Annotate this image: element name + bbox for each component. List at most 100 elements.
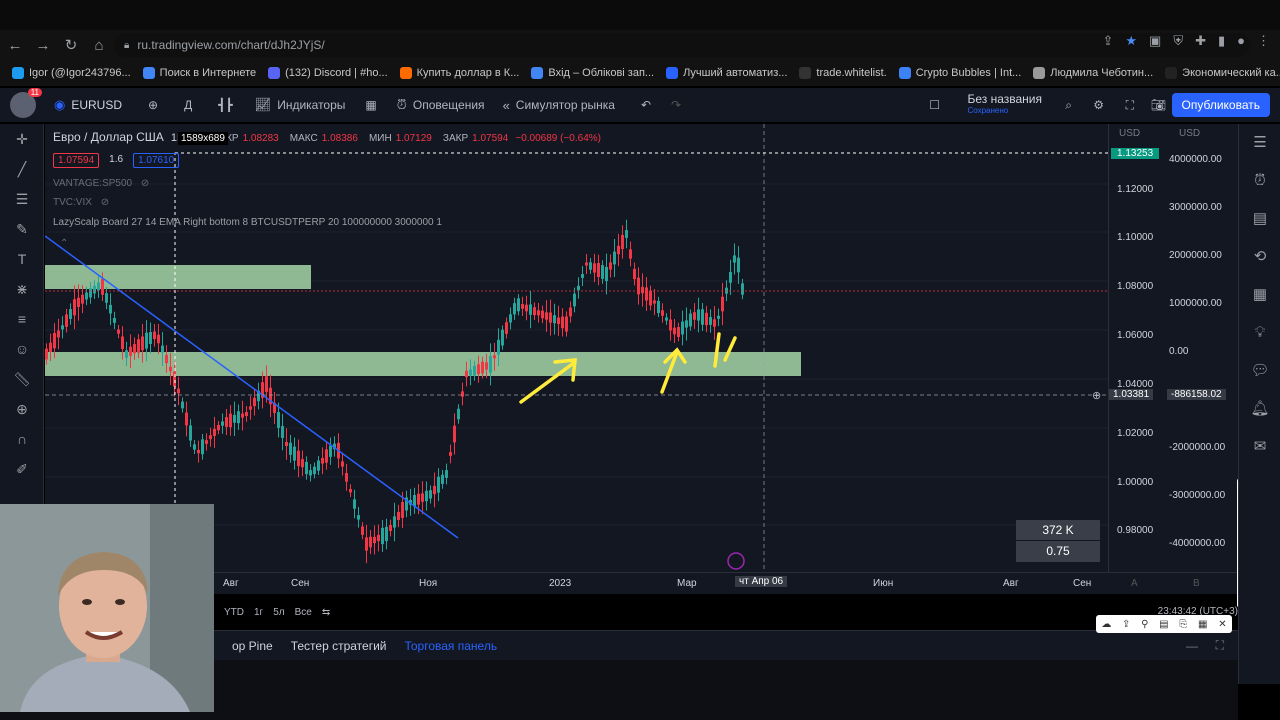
- bookmark-item[interactable]: Экономический ка...: [1165, 67, 1280, 79]
- bookmark-item[interactable]: Вхід – Облікові зап...: [531, 67, 654, 79]
- pin-icon[interactable]: ⚲: [1141, 619, 1148, 630]
- share-drawing-icon[interactable]: ⇪: [1122, 619, 1130, 630]
- range-ytd[interactable]: YTD: [224, 607, 244, 618]
- symbol-search-button[interactable]: ◉ EURUSD: [54, 97, 122, 113]
- range-1y[interactable]: 1г: [254, 607, 263, 618]
- axis-auto-b[interactable]: B: [1193, 578, 1200, 589]
- trendline-icon[interactable]: ╱: [0, 154, 44, 184]
- messages-icon[interactable]: ✉︎: [1239, 428, 1280, 466]
- currency-left[interactable]: USD: [1119, 128, 1140, 139]
- watchlist-icon[interactable]: ☰: [1239, 124, 1280, 162]
- lock-icon[interactable]: ▦: [1198, 619, 1207, 630]
- undo-button[interactable]: ↶: [641, 98, 651, 112]
- search-button[interactable]: ⌕: [1065, 98, 1072, 113]
- eye-off-icon[interactable]: ⊘: [101, 197, 109, 208]
- zoom-icon[interactable]: ⊕: [0, 394, 44, 424]
- url-text: ru.tradingview.com/chart/dJh2JYjS/: [137, 38, 325, 52]
- eye-off-icon[interactable]: ⊘: [141, 178, 149, 189]
- axis-auto-a[interactable]: A: [1131, 578, 1138, 589]
- layout-toggle[interactable]: ☐: [929, 98, 940, 112]
- snapshot-button[interactable]: 📷︎: [1151, 98, 1166, 112]
- compare-button[interactable]: ⊕: [148, 98, 158, 112]
- indicators-button[interactable]: 📈︎ Индикаторы: [255, 97, 346, 113]
- fill-icon[interactable]: ▤: [1159, 619, 1168, 630]
- star-icon[interactable]: ★: [1125, 33, 1137, 49]
- replay-marker[interactable]: [727, 552, 745, 570]
- calendar-icon[interactable]: ▤: [1239, 200, 1280, 238]
- avatar[interactable]: 11: [10, 88, 42, 118]
- collapse-legend-icon[interactable]: ⌃: [60, 238, 68, 249]
- currency-right[interactable]: USD: [1179, 128, 1200, 139]
- profile-icon[interactable]: ●: [1237, 33, 1245, 49]
- magnet-icon[interactable]: ∩: [0, 424, 44, 454]
- indicator-vix[interactable]: TVC:VIX ⊘: [53, 197, 109, 208]
- interval-button[interactable]: Д: [184, 98, 192, 112]
- home-icon[interactable]: ⌂: [86, 32, 112, 58]
- symbol-name[interactable]: Евро / Доллар США: [53, 130, 164, 144]
- bookmark-item[interactable]: Купить доллар в К...: [399, 67, 519, 79]
- indicator-sp500[interactable]: VANTAGE:SP500 ⊘: [53, 178, 149, 189]
- indicator-lazyscalp[interactable]: LazyScalp Board 27 14 EMA Right bottom 8…: [53, 217, 442, 228]
- bookmark-item[interactable]: (132) Discord | #ho...: [268, 67, 388, 79]
- emoji-icon[interactable]: ☺: [0, 334, 44, 364]
- bookmark-item[interactable]: Crypto Bubbles | Int...: [898, 67, 1021, 79]
- copy-icon[interactable]: ⎘: [1179, 619, 1187, 630]
- forward-icon[interactable]: →: [30, 32, 56, 58]
- bookmark-item[interactable]: Людмила Чеботин...: [1033, 67, 1153, 79]
- hotlist-icon[interactable]: ⟲: [1239, 238, 1280, 276]
- shield-icon[interactable]: ⛨: [1173, 33, 1183, 49]
- tab-strategy-tester[interactable]: Тестер стратегий: [291, 639, 387, 653]
- alerts-panel-icon[interactable]: ⏰︎: [1239, 162, 1280, 200]
- range-5y[interactable]: 5л: [273, 607, 284, 618]
- ruler-icon[interactable]: 📏︎: [0, 364, 44, 394]
- goto-date-icon[interactable]: ⇆: [322, 607, 330, 618]
- tab-pine-editor[interactable]: op Pine: [232, 639, 273, 653]
- sidepanel-icon[interactable]: ▮: [1218, 33, 1225, 49]
- tab-trading-panel[interactable]: Торговая панель: [404, 639, 497, 653]
- reload-icon[interactable]: ↻: [58, 32, 84, 58]
- extension-icon[interactable]: ▣: [1149, 33, 1161, 49]
- bookmark-item[interactable]: Igor (@Igor243796...: [12, 67, 131, 79]
- fib-icon[interactable]: ☰: [0, 184, 44, 214]
- pattern-icon[interactable]: ⋇: [0, 274, 44, 304]
- share-icon[interactable]: ⇪: [1102, 33, 1113, 49]
- bookmark-item[interactable]: Поиск в Интернете: [142, 67, 256, 79]
- bulb-icon[interactable]: 💡︎: [1239, 314, 1280, 352]
- ideas-icon[interactable]: ▦: [1239, 276, 1280, 314]
- lock-drawings-icon[interactable]: ✐: [0, 454, 44, 484]
- chat-icon[interactable]: 💬︎: [1239, 352, 1280, 390]
- support-zone-lower[interactable]: [45, 352, 801, 376]
- ask-button[interactable]: 1.07610: [133, 153, 180, 168]
- support-zone-upper[interactable]: [45, 265, 311, 289]
- range-all[interactable]: Все: [295, 607, 312, 618]
- maximize-icon[interactable]: ⛶: [1216, 638, 1224, 653]
- back-icon[interactable]: ←: [2, 32, 28, 58]
- templates-button[interactable]: ▦: [365, 98, 376, 112]
- close-icon[interactable]: ✕: [1218, 619, 1226, 630]
- bookmark-item[interactable]: Лучший автоматиз...: [666, 67, 787, 79]
- chart-type-button[interactable]: ┫┣: [218, 98, 232, 112]
- menu-icon[interactable]: ⋮: [1257, 33, 1270, 49]
- notifications-icon[interactable]: 🔔︎: [1239, 390, 1280, 428]
- settings-button[interactable]: ⚙: [1093, 98, 1104, 112]
- text-icon[interactable]: T: [0, 244, 44, 274]
- replay-button[interactable]: « Симулятор рынка: [503, 98, 615, 113]
- puzzle-icon[interactable]: ✚: [1195, 33, 1206, 49]
- minimize-icon[interactable]: —: [1186, 639, 1198, 653]
- time-axis[interactable]: Авг Сен Ноя 2023 Мар Июн Авг Сен чт Апр 06 A B: [45, 572, 1238, 594]
- price-axis[interactable]: USD USD 1.13253 1.12000 1.10000 1.08000 1.0…: [1108, 124, 1238, 572]
- crosshair-icon[interactable]: ✛: [0, 124, 44, 154]
- candle-body: [197, 449, 200, 454]
- add-alert-icon[interactable]: ⊕: [1092, 389, 1101, 402]
- bookmark-item[interactable]: trade.whitelist.: [799, 67, 887, 79]
- template-icon[interactable]: ☁: [1101, 619, 1111, 630]
- fullscreen-button[interactable]: ⛶: [1126, 98, 1134, 113]
- redo-button[interactable]: ↷: [671, 98, 681, 112]
- brush-icon[interactable]: ✎: [0, 214, 44, 244]
- address-bar[interactable]: 🔒︎ ru.tradingview.com/chart/dJh2JYjS/: [114, 33, 1250, 57]
- alerts-button[interactable]: ⏰︎ Оповещения: [397, 97, 485, 113]
- bid-button[interactable]: 1.07594: [53, 153, 100, 168]
- forecast-icon[interactable]: ≡: [0, 304, 44, 334]
- layout-name-button[interactable]: Без названия Сохранено: [967, 93, 1042, 116]
- publish-button[interactable]: Опубликовать: [1171, 93, 1270, 117]
